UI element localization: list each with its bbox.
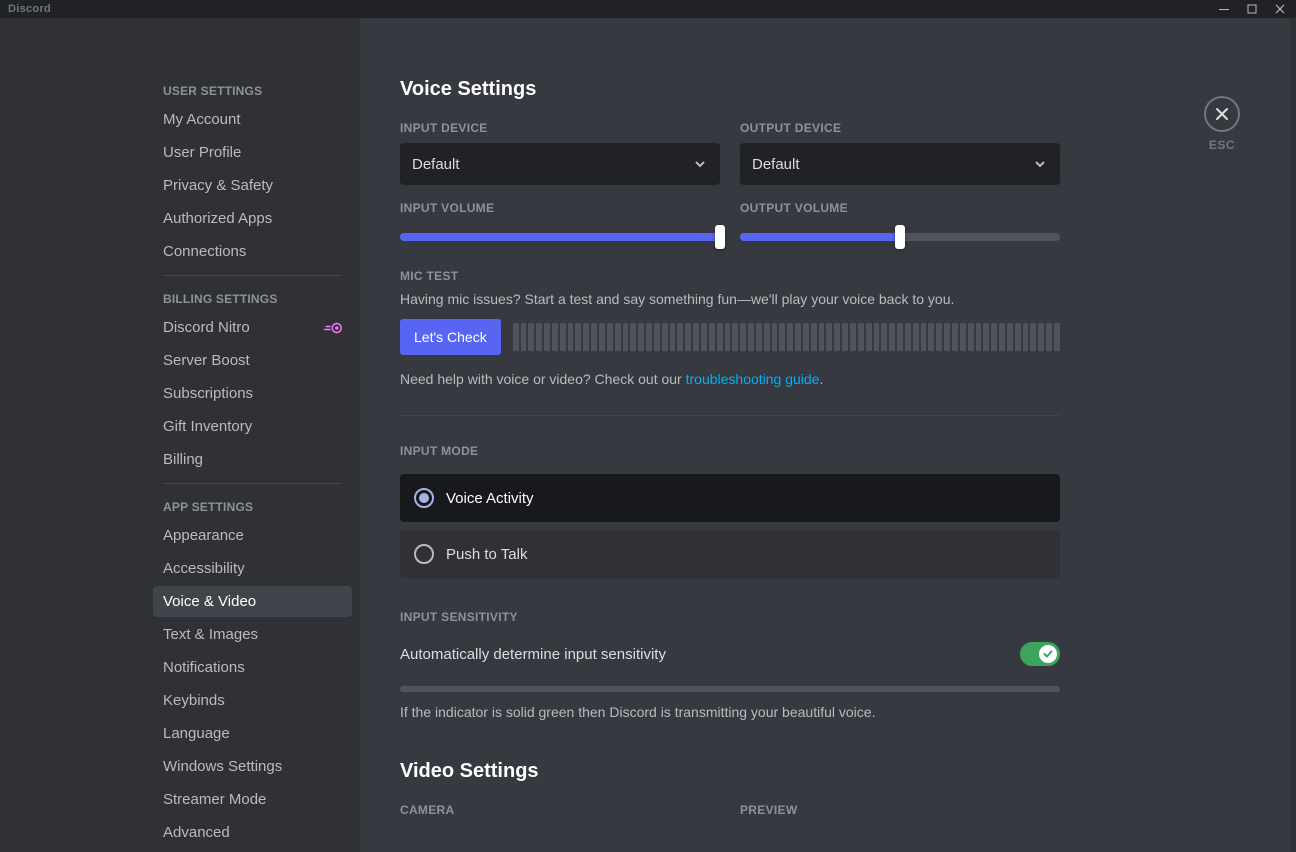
auto-sensitivity-toggle[interactable] xyxy=(1020,642,1060,666)
sidebar-section-billing: BILLING SETTINGS xyxy=(153,286,352,312)
input-device-label: INPUT DEVICE xyxy=(400,121,720,135)
page-title-video: Video Settings xyxy=(400,760,1060,783)
sidebar-item-text-images[interactable]: Text & Images xyxy=(153,619,352,650)
chevron-down-icon xyxy=(1032,156,1048,172)
app-title: Discord xyxy=(8,3,51,15)
left-gutter xyxy=(0,18,153,852)
auto-sensitivity-label: Automatically determine input sensitivit… xyxy=(400,646,666,663)
sidebar-item-gift-inventory[interactable]: Gift Inventory xyxy=(153,411,352,442)
input-mode-voice-activity[interactable]: Voice Activity xyxy=(400,474,1060,522)
input-volume-label: INPUT VOLUME xyxy=(400,201,720,215)
input-mode-label: INPUT MODE xyxy=(400,444,1060,458)
slider-thumb[interactable] xyxy=(895,225,905,249)
radio-icon xyxy=(414,488,434,508)
output-device-select[interactable]: Default xyxy=(740,143,1060,185)
titlebar: Discord xyxy=(0,0,1296,18)
input-mode-push-to-talk[interactable]: Push to Talk xyxy=(400,530,1060,578)
radio-label: Voice Activity xyxy=(446,490,534,507)
input-device-value: Default xyxy=(412,156,460,173)
radio-icon xyxy=(414,544,434,564)
close-window-button[interactable] xyxy=(1266,0,1294,18)
chevron-down-icon xyxy=(692,156,708,172)
radio-label: Push to Talk xyxy=(446,546,527,563)
sidebar-section-app: APP SETTINGS xyxy=(153,494,352,520)
minimize-button[interactable] xyxy=(1210,0,1238,18)
sidebar-item-accessibility[interactable]: Accessibility xyxy=(153,553,352,584)
mic-test-label: MIC TEST xyxy=(400,269,1060,283)
sidebar-item-voice-video[interactable]: Voice & Video xyxy=(153,586,352,617)
troubleshooting-link[interactable]: troubleshooting guide xyxy=(686,371,820,387)
mic-test-desc: Having mic issues? Start a test and say … xyxy=(400,291,1060,307)
sidebar-item-subscriptions[interactable]: Subscriptions xyxy=(153,378,352,409)
slider-thumb[interactable] xyxy=(715,225,725,249)
sidebar-item-my-account[interactable]: My Account xyxy=(153,104,352,135)
output-volume-label: OUTPUT VOLUME xyxy=(740,201,1060,215)
scrollbar[interactable] xyxy=(1290,18,1296,852)
nitro-icon xyxy=(324,322,342,334)
input-volume-slider[interactable] xyxy=(400,233,720,241)
sidebar-item-user-profile[interactable]: User Profile xyxy=(153,137,352,168)
sensitivity-note: If the indicator is solid green then Dis… xyxy=(400,704,1060,720)
mic-meter xyxy=(513,323,1060,351)
settings-content: ESC Voice Settings INPUT DEVICE Default … xyxy=(360,18,1290,852)
sidebar-item-streamer-mode[interactable]: Streamer Mode xyxy=(153,784,352,815)
maximize-button[interactable] xyxy=(1238,0,1266,18)
toggle-knob xyxy=(1039,645,1057,663)
output-volume-slider[interactable] xyxy=(740,233,1060,241)
input-sensitivity-label: INPUT SENSITIVITY xyxy=(400,610,1060,624)
sensitivity-bar xyxy=(400,686,1060,692)
sidebar-item-appearance[interactable]: Appearance xyxy=(153,520,352,551)
sidebar-item-authorized-apps[interactable]: Authorized Apps xyxy=(153,203,352,234)
input-device-select[interactable]: Default xyxy=(400,143,720,185)
sidebar-item-language[interactable]: Language xyxy=(153,718,352,749)
sidebar-item-notifications[interactable]: Notifications xyxy=(153,652,352,683)
sidebar-item-discord-nitro[interactable]: Discord Nitro xyxy=(153,312,352,343)
preview-label: PREVIEW xyxy=(740,803,1060,817)
close-button[interactable] xyxy=(1204,96,1240,132)
output-device-value: Default xyxy=(752,156,800,173)
sidebar-section-user: USER SETTINGS xyxy=(153,78,352,104)
mic-test-button[interactable]: Let's Check xyxy=(400,319,501,355)
divider xyxy=(163,275,342,276)
output-device-label: OUTPUT DEVICE xyxy=(740,121,1060,135)
settings-sidebar: USER SETTINGS My Account User Profile Pr… xyxy=(153,18,360,852)
close-settings: ESC xyxy=(1204,96,1240,152)
sidebar-item-privacy-safety[interactable]: Privacy & Safety xyxy=(153,170,352,201)
page-title-voice: Voice Settings xyxy=(400,78,1060,101)
sidebar-item-keybinds[interactable]: Keybinds xyxy=(153,685,352,716)
close-label: ESC xyxy=(1204,138,1240,152)
sidebar-item-windows-settings[interactable]: Windows Settings xyxy=(153,751,352,782)
sidebar-item-billing[interactable]: Billing xyxy=(153,444,352,475)
window-controls xyxy=(1210,0,1294,18)
sidebar-item-server-boost[interactable]: Server Boost xyxy=(153,345,352,376)
divider xyxy=(400,415,1060,416)
sidebar-item-connections[interactable]: Connections xyxy=(153,236,352,267)
help-text: Need help with voice or video? Check out… xyxy=(400,371,1060,387)
camera-label: CAMERA xyxy=(400,803,720,817)
sidebar-item-advanced[interactable]: Advanced xyxy=(153,817,352,848)
divider xyxy=(163,483,342,484)
